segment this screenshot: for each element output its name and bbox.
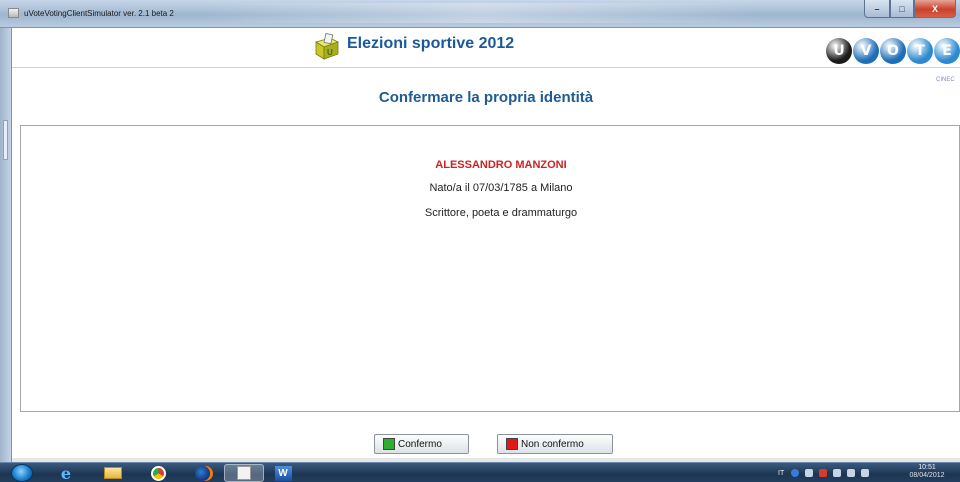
page-heading: Confermare la propria identità [378,89,594,106]
java-app-icon[interactable] [224,464,264,482]
network-icon[interactable] [833,469,842,477]
brand-letter-u: U [826,38,852,64]
brand-letter-e: E [934,38,960,64]
close-button[interactable]: X [914,0,956,18]
word-icon[interactable]: W [268,464,298,482]
internet-explorer-icon[interactable]: e [50,464,82,482]
firefox-icon[interactable] [190,464,214,482]
deny-button-label: Non confermo [521,438,584,450]
tray-arrow-icon[interactable] [805,469,814,477]
volume-icon[interactable] [847,469,856,477]
clock-time: 10:51 [918,464,936,471]
action-center-flag-icon[interactable] [819,469,828,477]
brand-letter-t: T [907,38,933,64]
window-left-frame [0,28,12,462]
brand-letter-v: V [853,38,879,64]
battery-icon[interactable] [861,469,870,477]
brand-subtitle: CINEC [936,77,955,83]
minimize-button[interactable]: – [864,0,890,18]
frame-grip[interactable] [3,120,8,160]
app-window-icon[interactable] [8,8,19,18]
windows-taskbar: e W IT 10:51 08/04/2012 [0,462,960,482]
uvote-brand-logo: U V O T E [826,38,960,64]
chrome-icon[interactable] [146,464,170,482]
app-window: uVoteVotingClientSimulator ver. 2.1 beta… [0,0,960,482]
confirm-button-label: Confermo [398,438,442,450]
window-title-bar[interactable]: uVoteVotingClientSimulator ver. 2.1 beta… [0,0,960,28]
red-square-icon [506,438,518,450]
deny-button[interactable]: Non confermo [497,434,613,454]
election-title: Elezioni sportive 2012 [347,35,515,52]
green-square-icon [383,438,395,450]
firefox-glyph [194,465,210,481]
header-divider [12,67,960,68]
word-glyph: W [274,465,292,481]
system-tray: IT [778,463,875,482]
language-indicator[interactable]: IT [778,470,784,477]
window-controls: – □ X [864,0,956,20]
help-icon[interactable] [791,469,800,477]
title-bar-glass [200,3,760,23]
voter-name: ALESSANDRO MANZONI [435,159,567,171]
voting-box-icon: U [315,33,340,60]
taskbar-clock[interactable]: 10:51 08/04/2012 [906,464,948,480]
start-orb-icon[interactable] [11,464,33,482]
maximize-button[interactable]: □ [890,0,914,18]
clock-date: 08/04/2012 [909,472,945,479]
folder-icon[interactable] [95,464,131,482]
java-glyph [237,466,251,480]
chrome-glyph [150,465,166,481]
confirm-button[interactable]: Confermo [374,434,469,454]
brand-letter-o: O [880,38,906,64]
voter-description: Scrittore, poeta e drammaturgo [424,207,578,219]
window-title: uVoteVotingClientSimulator ver. 2.1 beta… [24,9,174,18]
voter-birth-info: Nato/a il 07/03/1785 a Milano [429,182,573,194]
svg-text:U: U [327,48,333,57]
identity-panel: ALESSANDRO MANZONI Nato/a il 07/03/1785 … [20,125,960,412]
folder-glyph [104,467,122,479]
